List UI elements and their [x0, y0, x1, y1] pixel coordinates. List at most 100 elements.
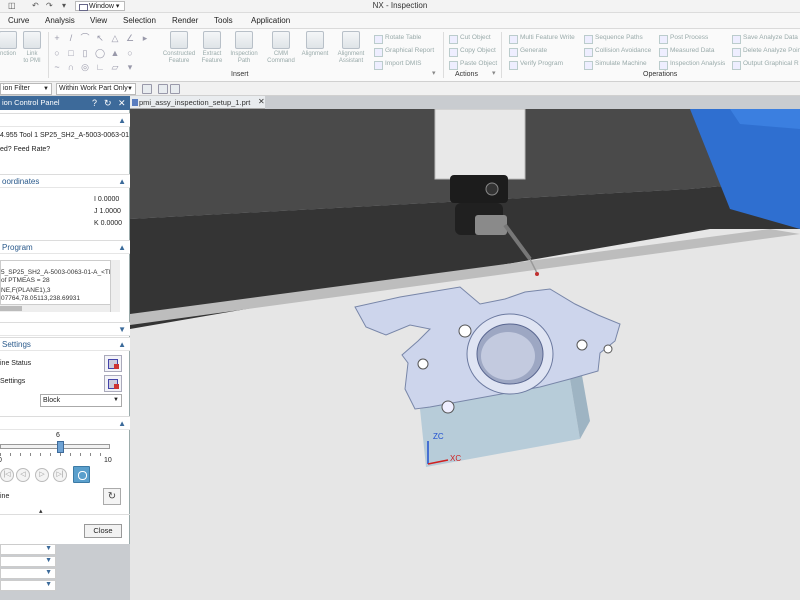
line-icon[interactable]: / [66, 33, 76, 43]
close-tab-icon[interactable]: ✕ [258, 97, 265, 106]
close-icon[interactable]: ✕ [118, 96, 126, 110]
block-dropdown[interactable]: Block ▼ [40, 394, 122, 407]
section-settings[interactable]: Settings ▲ [0, 337, 130, 351]
circle-icon[interactable]: ○ [52, 48, 62, 58]
measured-data-button[interactable]: Measured Data [659, 46, 714, 58]
collapsed-panel-strip[interactable]: ▼ [0, 580, 56, 591]
stop-button[interactable] [73, 466, 90, 483]
surface-icon[interactable]: ▱ [110, 62, 120, 72]
triangle-icon[interactable]: △ [110, 33, 120, 43]
arc-icon[interactable]: ⌒ [80, 33, 90, 43]
menu-view[interactable]: View [90, 16, 107, 25]
alignment-icon [306, 31, 324, 49]
alignment-assistant-button[interactable]: Alignment Assistant [332, 31, 370, 65]
step-back-button[interactable]: ◁ [16, 468, 30, 482]
section-coordinates[interactable]: oordinates ▲ [0, 174, 130, 188]
more-sketch-icon[interactable]: ▸ [140, 33, 150, 43]
play-button[interactable]: ▷ [35, 468, 49, 482]
selection-filter-dropdown[interactable]: ion Filter ▼ [0, 83, 52, 95]
curve-icon[interactable]: ~ [52, 62, 62, 72]
output-graphical-report-button[interactable]: Output Graphical R [732, 59, 799, 71]
save-analyze-data-button[interactable]: Save Analyze Data [732, 33, 798, 45]
close-button[interactable]: Close [84, 524, 122, 538]
import-dmis-button[interactable]: Import DMIS [374, 59, 421, 71]
section-simulation[interactable]: ▲ [0, 416, 130, 430]
menu-analysis[interactable]: Analysis [45, 16, 75, 25]
generate-button[interactable]: Generate [509, 46, 547, 58]
graphical-report-button[interactable]: Graphical Report [374, 46, 434, 58]
chevron-down-icon: ▼ [43, 86, 49, 92]
app-title: NX - Inspection [372, 1, 428, 10]
collapsed-panel-strip[interactable]: ▼ [0, 544, 56, 555]
plane-icon[interactable]: ▯ [80, 48, 90, 58]
arrow-icon[interactable]: ↖ [95, 33, 105, 43]
constructed-feature-button[interactable]: Constructed Feature [162, 31, 196, 65]
step-to-start-button[interactable]: |◁ [0, 468, 14, 482]
reset-icon[interactable]: ↻ [104, 96, 112, 110]
inspection-path-button[interactable]: Inspection Path [228, 31, 260, 65]
speed-slider-thumb[interactable] [57, 441, 64, 453]
insert-more-icon[interactable]: ▾ [432, 69, 436, 77]
refresh-icon[interactable]: ↻ [103, 488, 121, 505]
selection-scope-dropdown[interactable]: Within Work Part Only ▼ [56, 83, 136, 95]
actions-more-icon[interactable]: ▾ [492, 69, 496, 77]
alignment-button[interactable]: Alignment [298, 31, 332, 58]
menu-tools[interactable]: Tools [214, 16, 233, 25]
step-to-end-button[interactable]: ▷| [53, 468, 67, 482]
chevron-up-icon[interactable]: ▲ [118, 417, 126, 430]
collapsed-panel-strip[interactable]: ▼ [0, 568, 56, 579]
program-line: 07764,78.05113,238.69931 [1, 295, 81, 302]
menu-selection[interactable]: Selection [123, 16, 156, 25]
program-horizontal-scrollbar[interactable] [0, 304, 110, 312]
speed-slider-track[interactable] [0, 444, 110, 449]
program-vertical-scrollbar[interactable] [110, 260, 120, 312]
verify-program-button[interactable]: Verify Program [509, 59, 563, 71]
point-icon[interactable]: + [52, 33, 62, 43]
graphics-viewport[interactable]: ZC XC [130, 109, 800, 600]
machine-status-icon[interactable] [104, 355, 122, 372]
panel-section-collapsed[interactable]: ▼ [0, 322, 130, 336]
panel-section-tool[interactable]: ▲ [0, 113, 130, 127]
post-process-button[interactable]: Post Process [659, 33, 708, 45]
more-icon[interactable]: ▾ [125, 62, 135, 72]
copy-object-button[interactable]: Copy Object [449, 46, 496, 58]
menu-application[interactable]: Application [251, 16, 290, 25]
cone-icon[interactable]: ▲ [110, 48, 120, 58]
paste-object-button[interactable]: Paste Object [449, 59, 497, 71]
chevron-up-icon[interactable]: ▲ [118, 175, 126, 188]
select-all-icon[interactable] [158, 84, 168, 94]
snap-icon[interactable] [142, 84, 152, 94]
slot-icon[interactable]: ∩ [66, 62, 76, 72]
section-program[interactable]: Program ▲ [0, 240, 130, 254]
extract-feature-button[interactable]: Extract Feature [196, 31, 228, 65]
help-icon[interactable]: ? [92, 96, 97, 110]
chevron-down-icon[interactable]: ▼ [118, 323, 126, 336]
inspection-analysis-button[interactable]: Inspection Analysis [659, 59, 725, 71]
multi-feature-write-button[interactable]: Multi Feature Write [509, 33, 575, 45]
settings-icon[interactable] [104, 375, 122, 392]
edge-icon[interactable]: ∟ [95, 62, 105, 72]
sphere-icon[interactable]: ○ [125, 48, 135, 58]
collapse-arrow-icon[interactable]: ▴ [39, 507, 43, 515]
simulate-machine-button[interactable]: Simulate Machine [584, 59, 647, 71]
rect-icon[interactable]: □ [66, 48, 76, 58]
chevron-up-icon[interactable]: ▲ [118, 114, 126, 127]
cmm-command-button[interactable]: CMM Command [264, 31, 298, 65]
collision-avoidance-button[interactable]: Collision Avoidance [584, 46, 651, 58]
cut-object-button[interactable]: Cut Object [449, 33, 491, 45]
deselect-icon[interactable] [170, 84, 180, 94]
menu-curve[interactable]: Curve [8, 16, 29, 25]
torus-icon[interactable]: ◎ [80, 62, 90, 72]
chevron-up-icon[interactable]: ▲ [118, 338, 126, 351]
graphics-tab[interactable]: pmi_assy_inspection_setup_1.prt ✕ [130, 96, 265, 109]
chevron-up-icon[interactable]: ▲ [118, 241, 126, 254]
cylinder-icon[interactable]: ◯ [95, 48, 105, 58]
scroll-thumb[interactable] [0, 306, 22, 311]
delete-analyze-point-button[interactable]: Delete Analyze Poin [732, 46, 800, 58]
menu-render[interactable]: Render [172, 16, 198, 25]
rotate-table-button[interactable]: Rotate Table [374, 33, 421, 45]
angle-icon[interactable]: ∠ [125, 33, 135, 43]
sequence-paths-button[interactable]: Sequence Paths [584, 33, 643, 45]
link-to-pmi-button[interactable]: Link to PMI [18, 31, 46, 65]
collapsed-panel-strip[interactable]: ▼ [0, 556, 56, 567]
